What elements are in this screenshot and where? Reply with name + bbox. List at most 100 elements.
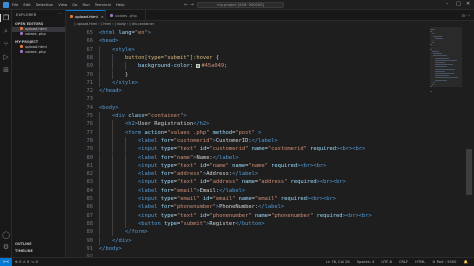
tab-valaes-php[interactable]: valaes .php — [106, 10, 146, 21]
menu-view[interactable]: View — [58, 2, 67, 8]
menu-help[interactable]: Help — [116, 2, 125, 8]
open-editor-valaes-php[interactable]: valaes .php — [20, 32, 46, 37]
remote-indicator-icon[interactable]: >< — [0, 258, 12, 266]
code-line[interactable]: 70} — [66, 70, 446, 79]
minimap-line — [430, 29, 436, 30]
code-line[interactable]: 78 <label for="customerid">CustomerID:</l… — [66, 136, 446, 146]
minimap-line — [431, 42, 435, 44]
code-line[interactable]: 87 <input type="text" id="phonenumber" na… — [66, 211, 446, 220]
code-line[interactable]: 66 <head> — [66, 37, 446, 45]
minimap-line — [433, 81, 436, 83]
code-line[interactable]: 88 <button type="submit">Register</button… — [66, 219, 446, 229]
cursor-position[interactable]: Ln 78, Col 28 — [326, 260, 350, 264]
code-line[interactable]: 71 </style> — [66, 78, 446, 88]
code-line[interactable]: 81 <input type="text" id="name" name="nam… — [66, 161, 446, 171]
indent-guide — [99, 62, 100, 71]
indent-guide — [99, 153, 100, 162]
line-number: 83 — [86, 179, 94, 186]
indent-guide — [99, 195, 100, 204]
editor-scrollbar[interactable] — [466, 27, 472, 257]
encoding[interactable]: UTF-8 — [381, 260, 391, 264]
code-line[interactable]: 83 <input type="text" id="address" name="… — [66, 178, 446, 187]
project-folder-header[interactable]: MY-PROJECT — [15, 40, 38, 44]
timeline-section[interactable]: TIMELINE — [15, 249, 33, 253]
indent-guide — [125, 178, 126, 187]
live-server-port[interactable]: ⊘ Port : 5500 — [432, 260, 456, 264]
tab-upload-html[interactable]: upload.html × — [66, 10, 106, 21]
menu-go[interactable]: Go — [72, 2, 77, 8]
indent-guide — [99, 161, 100, 171]
explorer-icon[interactable]: ❐ — [0, 14, 10, 22]
code-line[interactable]: 89 </form> — [66, 228, 446, 237]
menu-terminal[interactable]: Terminal — [95, 2, 111, 8]
indent-guide — [125, 219, 126, 229]
code-text: <label for="email">Email:</label> — [138, 187, 246, 194]
code-line[interactable]: 85 <input type="email" id="email" name="e… — [66, 195, 446, 204]
minimap-line — [434, 66, 447, 68]
indentation-setting[interactable]: Spaces: 4 — [357, 260, 374, 264]
account-icon[interactable]: ◯ — [2, 231, 10, 239]
code-line[interactable]: 84 <label for="email">Email:</label> — [66, 186, 446, 195]
indent-guide — [112, 178, 113, 187]
minimap[interactable] — [430, 27, 462, 107]
minimize-icon[interactable]: – — [446, 1, 449, 8]
code-line[interactable]: 74 <body> — [66, 104, 446, 112]
line-number: 77 — [86, 129, 94, 136]
code-line[interactable]: 90 </div> — [66, 236, 446, 245]
more-actions-icon[interactable]: ··· — [58, 12, 62, 16]
line-number: 89 — [86, 229, 94, 236]
minimap-line — [434, 70, 446, 72]
code-line[interactable]: 73 — [66, 95, 446, 103]
tab-close-icon[interactable]: × — [101, 14, 104, 19]
close-icon[interactable]: ✕ — [466, 1, 470, 8]
code-text: <button type="submit">Register</button> — [138, 220, 265, 227]
line-number: 80 — [86, 154, 94, 161]
line-number: 65 — [86, 30, 94, 36]
file-valaes-php[interactable]: valaes .php — [20, 50, 46, 55]
code-text: </style> — [112, 79, 138, 86]
command-center-search[interactable]: my-project [SSH: 000000] — [197, 2, 284, 8]
search-icon[interactable]: ⌕ — [2, 27, 10, 35]
menu-file[interactable]: File — [12, 2, 18, 8]
settings-gear-icon[interactable]: ⚙ — [2, 243, 10, 251]
code-line[interactable]: 79 <input type="text" id="customerid" nam… — [66, 145, 446, 154]
code-line[interactable]: 86 <label for="phonenumber">PhoneNumber:<… — [66, 203, 446, 212]
line-number: 68 — [86, 54, 94, 61]
indent-guide — [125, 211, 126, 220]
code-text: <html lang="en"> — [99, 30, 151, 36]
language-mode[interactable]: HTML — [415, 260, 425, 264]
code-line[interactable]: 69 background-color: #45a049; — [66, 62, 446, 71]
menu-edit[interactable]: Edit — [23, 2, 30, 8]
notifications-icon[interactable]: 🔔 — [464, 260, 468, 264]
code-line[interactable]: 91 </body> — [66, 245, 446, 253]
code-line[interactable]: 68 button[type="submit"]:hover { — [66, 53, 446, 63]
code-line[interactable]: 75 <div class="container"> — [66, 112, 446, 121]
line-ending[interactable]: CRLF — [399, 260, 408, 264]
code-line[interactable]: 76 <h2>User Registration</h2> — [66, 120, 446, 129]
code-line[interactable]: 77 <form action="valaes .php" method="pos… — [66, 128, 446, 137]
code-line[interactable]: 80 <label for="name">Name:</label> — [66, 153, 446, 162]
source-control-icon[interactable]: ⑂ — [2, 40, 10, 48]
indent-guide — [125, 195, 126, 204]
maximize-icon[interactable]: □ — [456, 1, 461, 8]
extensions-icon[interactable]: ⊞ — [2, 66, 10, 74]
code-editor[interactable]: 65 <html lang="en"> 66 <head> 67 <style> 68 but… — [66, 27, 474, 266]
indent-guide — [99, 136, 100, 146]
scrollbar-thumb[interactable] — [466, 149, 472, 195]
problems-indicator[interactable]: ⊗ 0 ⚠ 0 ⌥ 0 — [15, 258, 38, 266]
open-editors-header[interactable]: OPEN EDITORS — [15, 22, 43, 26]
run-debug-icon[interactable]: ▷ — [2, 53, 10, 61]
code-line[interactable]: 67 <style> — [66, 45, 446, 54]
indent-guide — [99, 112, 100, 121]
split-editor-icon[interactable]: ⊟ ··· — [462, 12, 470, 19]
menu-run[interactable]: Run — [83, 2, 90, 8]
color-swatch-icon[interactable] — [196, 63, 201, 68]
menu-selection[interactable]: Selection — [36, 2, 54, 8]
code-line[interactable]: 72 </head> — [66, 87, 446, 95]
html-file-icon — [20, 27, 23, 30]
outline-section[interactable]: OUTLINE — [15, 242, 32, 246]
minimap-line — [433, 53, 442, 55]
code-line[interactable]: 82 <label for="address">Address:</label> — [66, 170, 446, 179]
nav-arrows[interactable]: ← → — [184, 2, 194, 8]
code-line[interactable]: 65 <html lang="en"> — [66, 29, 446, 37]
